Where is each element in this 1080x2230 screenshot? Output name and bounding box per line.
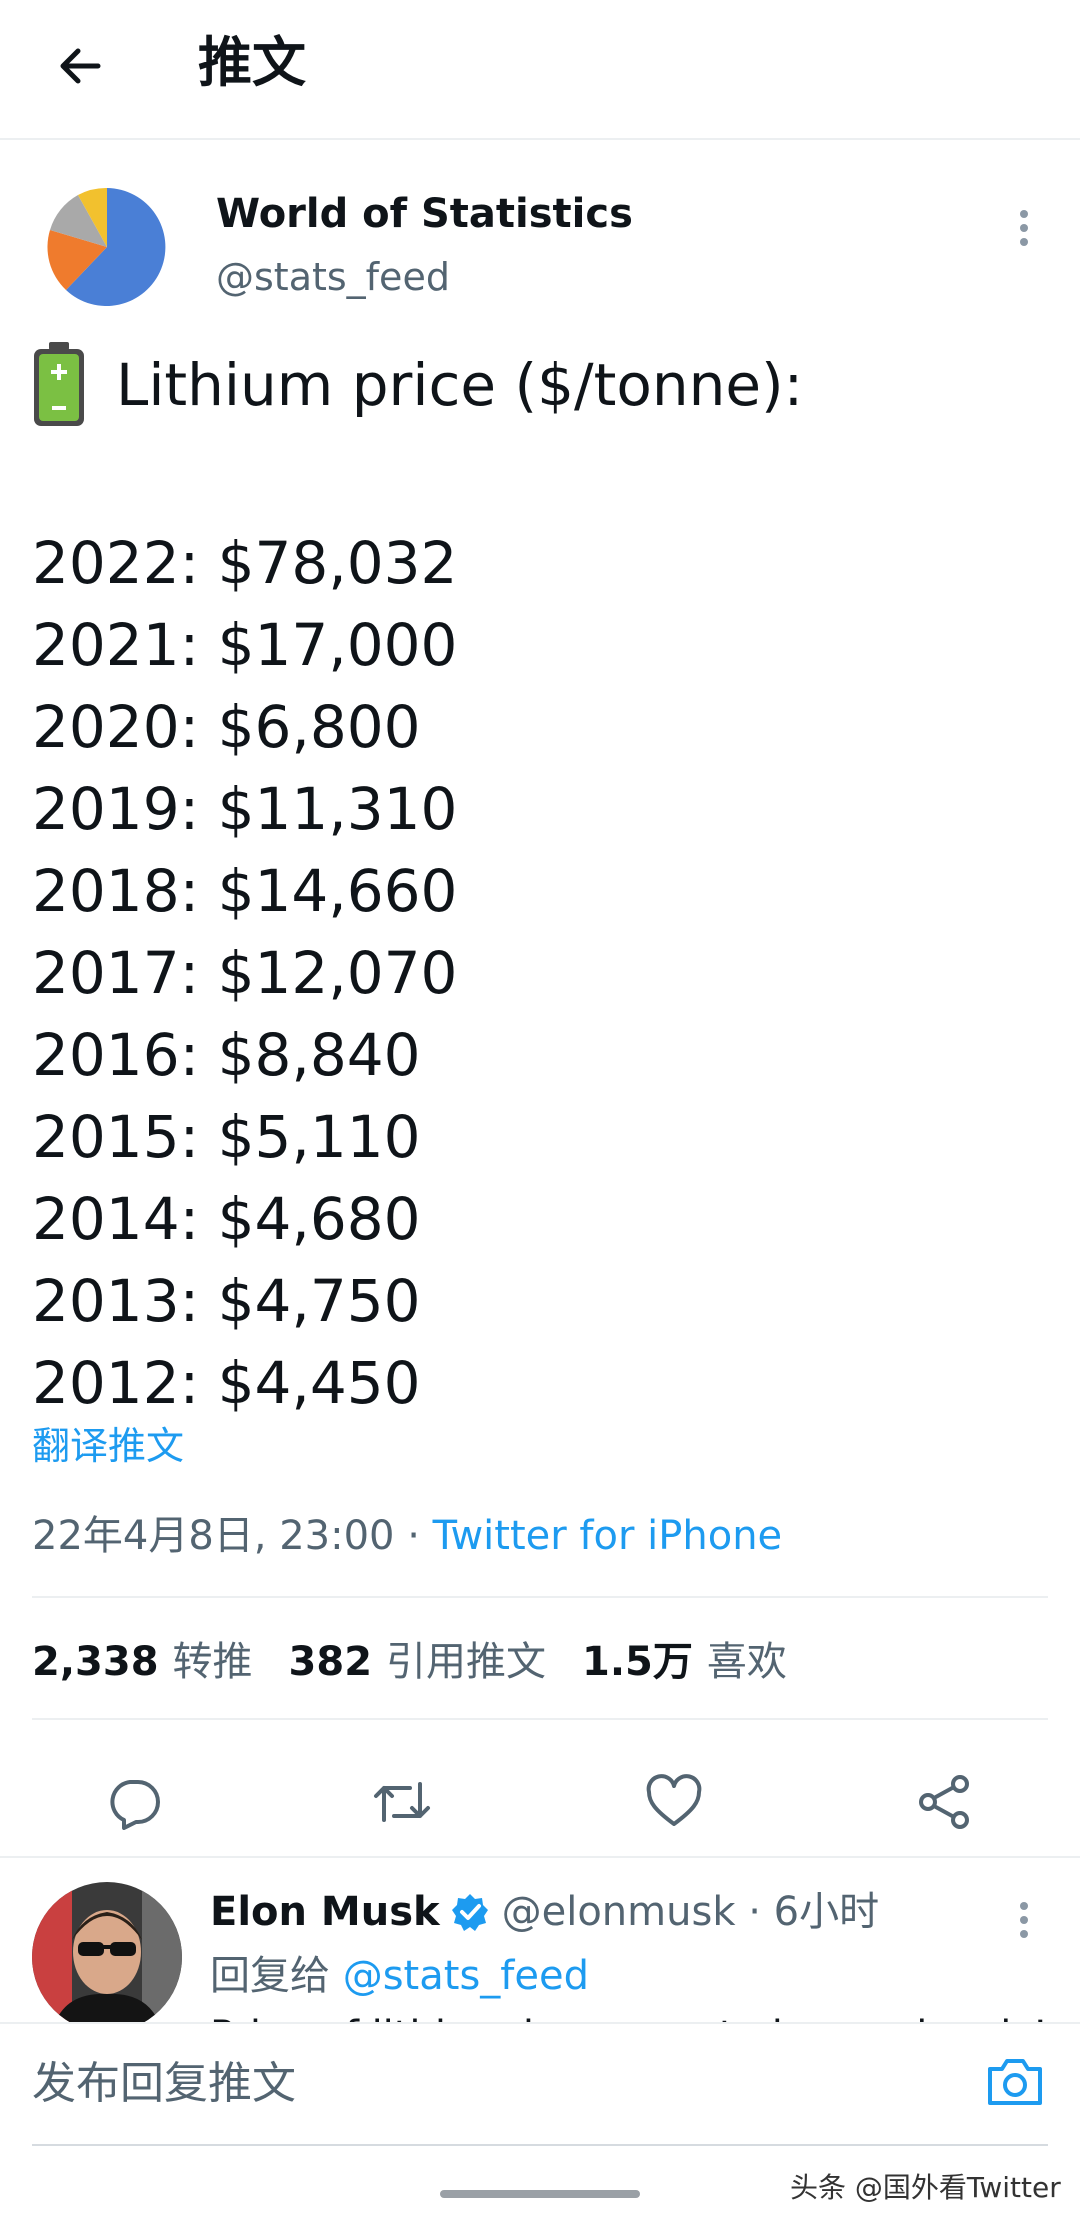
reply-text-preview: Price of lithium has gone to insane leve… (210, 2008, 1048, 2022)
quotes-label: 引用推文 (386, 1639, 547, 1685)
action-bar (0, 1746, 1080, 1856)
battery-icon (34, 342, 84, 426)
share-button[interactable] (912, 1770, 976, 1834)
author-avatar[interactable] (40, 180, 174, 314)
reply-to-line: 回复给 @stats_feed (210, 1948, 589, 2004)
reply-header: Elon Musk @elonmusk · 6小时 (210, 1884, 879, 1940)
price-list: 2022: $78,032 2021: $17,000 2020: $6,800… (32, 522, 1052, 1424)
divider (32, 1718, 1048, 1720)
price-row: 2017: $12,070 (32, 939, 458, 1007)
translate-tweet-link[interactable]: 翻译推文 (32, 1418, 184, 1474)
reply-composer: 发布回复推文 (0, 2022, 1080, 2146)
watermark: 头条 @国外看Twitter (790, 2171, 1061, 2204)
retweets-count: 2,338 (32, 1639, 159, 1685)
tweet-source-link[interactable]: Twitter for iPhone (433, 1513, 783, 1559)
top-bar: 推文 (0, 0, 1080, 140)
reply-to-prefix: 回复给 (210, 1953, 330, 1999)
reply-item[interactable]: Elon Musk @elonmusk · 6小时 回复给 @stats_fee… (0, 1862, 1080, 2022)
verified-badge-icon (451, 1894, 488, 1931)
divider (0, 1856, 1080, 1858)
tweet-timestamp: 22年4月8日, 23:00 · (32, 1513, 420, 1559)
more-vertical-icon (1020, 1902, 1028, 1938)
tweet-meta: 22年4月8日, 23:00 · Twitter for iPhone (32, 1508, 782, 1564)
arrow-left-icon (60, 48, 101, 84)
price-row: 2018: $14,660 (32, 857, 458, 925)
retweet-button[interactable] (370, 1770, 434, 1834)
quotes-count: 382 (288, 1639, 373, 1685)
divider (32, 1596, 1048, 1598)
reply-author-handle[interactable]: @elonmusk · 6小时 (502, 1884, 879, 1940)
tweet-headline: Lithium price ($/tonne): (32, 340, 1052, 430)
likes-stat[interactable]: 1.5万 喜欢 (582, 1629, 787, 1687)
price-row: 2014: $4,680 (32, 1185, 421, 1253)
more-vertical-icon (1020, 210, 1028, 246)
price-row: 2016: $8,840 (32, 1021, 421, 1089)
reply-input[interactable]: 发布回复推文 (32, 2054, 296, 2114)
home-indicator[interactable] (440, 2190, 640, 2198)
person-avatar-icon (32, 1882, 182, 2022)
more-options-button[interactable] (1000, 198, 1048, 258)
reply-icon (110, 1780, 160, 1830)
retweets-label: 转推 (172, 1639, 253, 1685)
reply-author-name[interactable]: Elon Musk (210, 1884, 440, 1940)
price-row: 2015: $5,110 (32, 1103, 421, 1171)
retweet-icon (374, 1782, 430, 1822)
headline-text: Lithium price ($/tonne): (116, 351, 804, 419)
price-row: 2021: $17,000 (32, 611, 458, 679)
reply-to-mention[interactable]: @stats_feed (343, 1953, 589, 1999)
quotes-stat[interactable]: 382 引用推文 (289, 1629, 547, 1687)
camera-button[interactable] (980, 2050, 1050, 2114)
price-row: 2013: $4,750 (32, 1267, 421, 1335)
like-icon (646, 1774, 702, 1826)
likes-count: 1.5万 (582, 1639, 693, 1685)
author-name[interactable]: World of Statistics (216, 188, 633, 240)
tweet-header: World of Statistics @stats_feed (0, 170, 1080, 320)
page-title: 推文 (198, 31, 306, 94)
likes-label: 喜欢 (706, 1639, 787, 1685)
tweet-body: Lithium price ($/tonne): 2022: $78,032 2… (32, 340, 1052, 1424)
composer-underline (32, 2144, 1048, 2146)
reply-avatar[interactable] (32, 1882, 182, 2022)
reply-button[interactable] (102, 1770, 166, 1834)
camera-icon (988, 2059, 1042, 2105)
share-icon (919, 1775, 969, 1829)
like-button[interactable] (642, 1770, 706, 1834)
reply-more-options-button[interactable] (1000, 1890, 1048, 1950)
author-handle[interactable]: @stats_feed (216, 252, 450, 302)
price-row: 2012: $4,450 (32, 1349, 421, 1417)
retweets-stat[interactable]: 2,338 转推 (32, 1629, 253, 1687)
price-row: 2022: $78,032 (32, 529, 458, 597)
back-button[interactable] (48, 34, 112, 98)
pie-chart-avatar (40, 180, 174, 314)
tweet-stats: 2,338 转推 382 引用推文 1.5万 喜欢 (32, 1628, 823, 1688)
price-row: 2019: $11,310 (32, 775, 458, 843)
price-row: 2020: $6,800 (32, 693, 421, 761)
